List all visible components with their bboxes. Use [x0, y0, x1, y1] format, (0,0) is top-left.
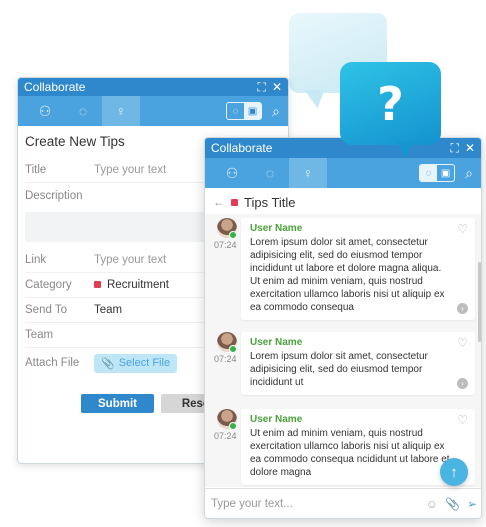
category-select[interactable]: Recruitment: [94, 279, 169, 291]
category-label: Category: [25, 279, 72, 291]
close-icon[interactable]: ✕: [272, 80, 282, 94]
message-card: User Name Lorem ipsum dolor sit amet, co…: [241, 218, 475, 320]
more-options-icon[interactable]: ›: [457, 378, 468, 389]
message-user-name[interactable]: User Name: [250, 414, 467, 425]
message-card: User Name Lorem ipsum dolor sit amet, co…: [241, 332, 475, 395]
attach-file-label: Attach File: [25, 357, 80, 369]
tips-header: ← Tips Title: [205, 188, 481, 216]
title-label: Title: [25, 164, 47, 176]
submit-button[interactable]: Submit: [81, 394, 154, 413]
category-color-dot: [231, 198, 238, 206]
message-time: 07:24: [214, 240, 237, 250]
scroll-top-button[interactable]: ↑: [440, 458, 468, 486]
collaborate-window-front: Collaborate ⛶ ✕ ⚇ ◌ ♀ ◌ ▣ ⌕ ← Tips Title…: [204, 137, 482, 519]
feed-scrollbar[interactable]: [478, 262, 481, 342]
message-item: 07:24 User Name Lorem ipsum dolor sit am…: [213, 218, 475, 326]
tips-view-icon[interactable]: ▣: [437, 165, 454, 181]
send-icon[interactable]: ➢: [467, 497, 477, 511]
title-input[interactable]: Type your text: [94, 164, 166, 176]
window-titlebar: Collaborate ⛶ ✕: [18, 78, 288, 96]
category-value: Recruitment: [107, 279, 169, 291]
tips-tab-icon[interactable]: ♀: [289, 158, 327, 188]
like-heart-icon[interactable]: ♡: [457, 222, 468, 236]
message-item: 07:24 User Name Lorem ipsum dolor sit am…: [213, 332, 475, 398]
more-options-icon[interactable]: ›: [457, 303, 468, 314]
chat-view-icon[interactable]: ◌: [420, 165, 438, 181]
message-item: 07:24 User Name Ut enim ad minim veniam,…: [213, 409, 475, 487]
back-arrow-icon[interactable]: ←: [213, 195, 225, 209]
help-bubble-tail: [397, 142, 413, 158]
window-toolbar: ⚇ ◌ ♀ ◌ ▣ ⌕: [205, 158, 481, 188]
message-text: Ut enim ad minim veniam, quis nostrud ex…: [250, 428, 450, 478]
like-heart-icon[interactable]: ♡: [457, 336, 468, 350]
message-feed[interactable]: 07:24 User Name Lorem ipsum dolor sit am…: [205, 214, 481, 487]
close-icon[interactable]: ✕: [465, 141, 475, 155]
chat-tab-icon[interactable]: ◌: [64, 96, 102, 126]
tips-tab-icon[interactable]: ♀: [102, 96, 140, 126]
message-text: Lorem ipsum dolor sit amet, consectetur …: [250, 237, 445, 313]
like-heart-icon[interactable]: ♡: [457, 413, 468, 427]
window-title: Collaborate: [24, 80, 86, 94]
chat-view-icon[interactable]: ◌: [227, 103, 244, 119]
category-color-dot: [94, 281, 101, 288]
attach-icon[interactable]: 📎: [445, 497, 460, 511]
message-input[interactable]: Type your text...: [211, 498, 426, 510]
paperclip-icon: 📎: [101, 357, 115, 370]
send-to-select[interactable]: Team: [94, 304, 122, 316]
expand-icon[interactable]: ⛶: [258, 80, 266, 95]
message-user-name[interactable]: User Name: [250, 337, 467, 348]
team-tab-icon[interactable]: ⚇: [26, 96, 64, 126]
online-status-icon: [229, 345, 237, 353]
arrow-up-icon: ↑: [450, 463, 458, 481]
tips-view-icon[interactable]: ▣: [244, 103, 262, 119]
message-time: 07:24: [214, 354, 237, 364]
expand-icon[interactable]: ⛶: [451, 141, 459, 156]
send-to-label: Send To: [25, 304, 67, 316]
message-text: Lorem ipsum dolor sit amet, consectetur …: [250, 351, 428, 388]
message-composer: Type your text... ☺ 📎 ➢: [205, 488, 481, 518]
link-input[interactable]: Type your text: [94, 254, 166, 266]
team-tab-icon[interactable]: ⚇: [213, 158, 251, 188]
window-toolbar: ⚇ ◌ ♀ ◌ ▣ ⌕: [18, 96, 288, 126]
select-file-button[interactable]: 📎 Select File: [94, 353, 178, 373]
description-label: Description: [25, 189, 83, 202]
online-status-icon: [229, 422, 237, 430]
window-title: Collaborate: [211, 141, 273, 155]
chat-bubble-tail: [304, 90, 328, 108]
tips-title: Tips Title: [244, 194, 296, 210]
search-icon[interactable]: ⌕: [272, 103, 280, 120]
message-user-name[interactable]: User Name: [250, 223, 467, 234]
view-toggle[interactable]: ◌ ▣: [419, 164, 456, 182]
chat-tab-icon[interactable]: ◌: [251, 158, 289, 188]
select-file-label: Select File: [118, 357, 171, 369]
team-label: Team: [25, 329, 54, 341]
message-time: 07:24: [214, 431, 237, 441]
link-label: Link: [25, 254, 47, 266]
online-status-icon: [229, 231, 237, 239]
search-icon[interactable]: ⌕: [465, 165, 473, 182]
emoji-icon[interactable]: ☺: [426, 497, 438, 511]
help-bubble-icon: ?: [340, 62, 441, 145]
view-toggle[interactable]: ◌ ▣: [226, 102, 263, 120]
